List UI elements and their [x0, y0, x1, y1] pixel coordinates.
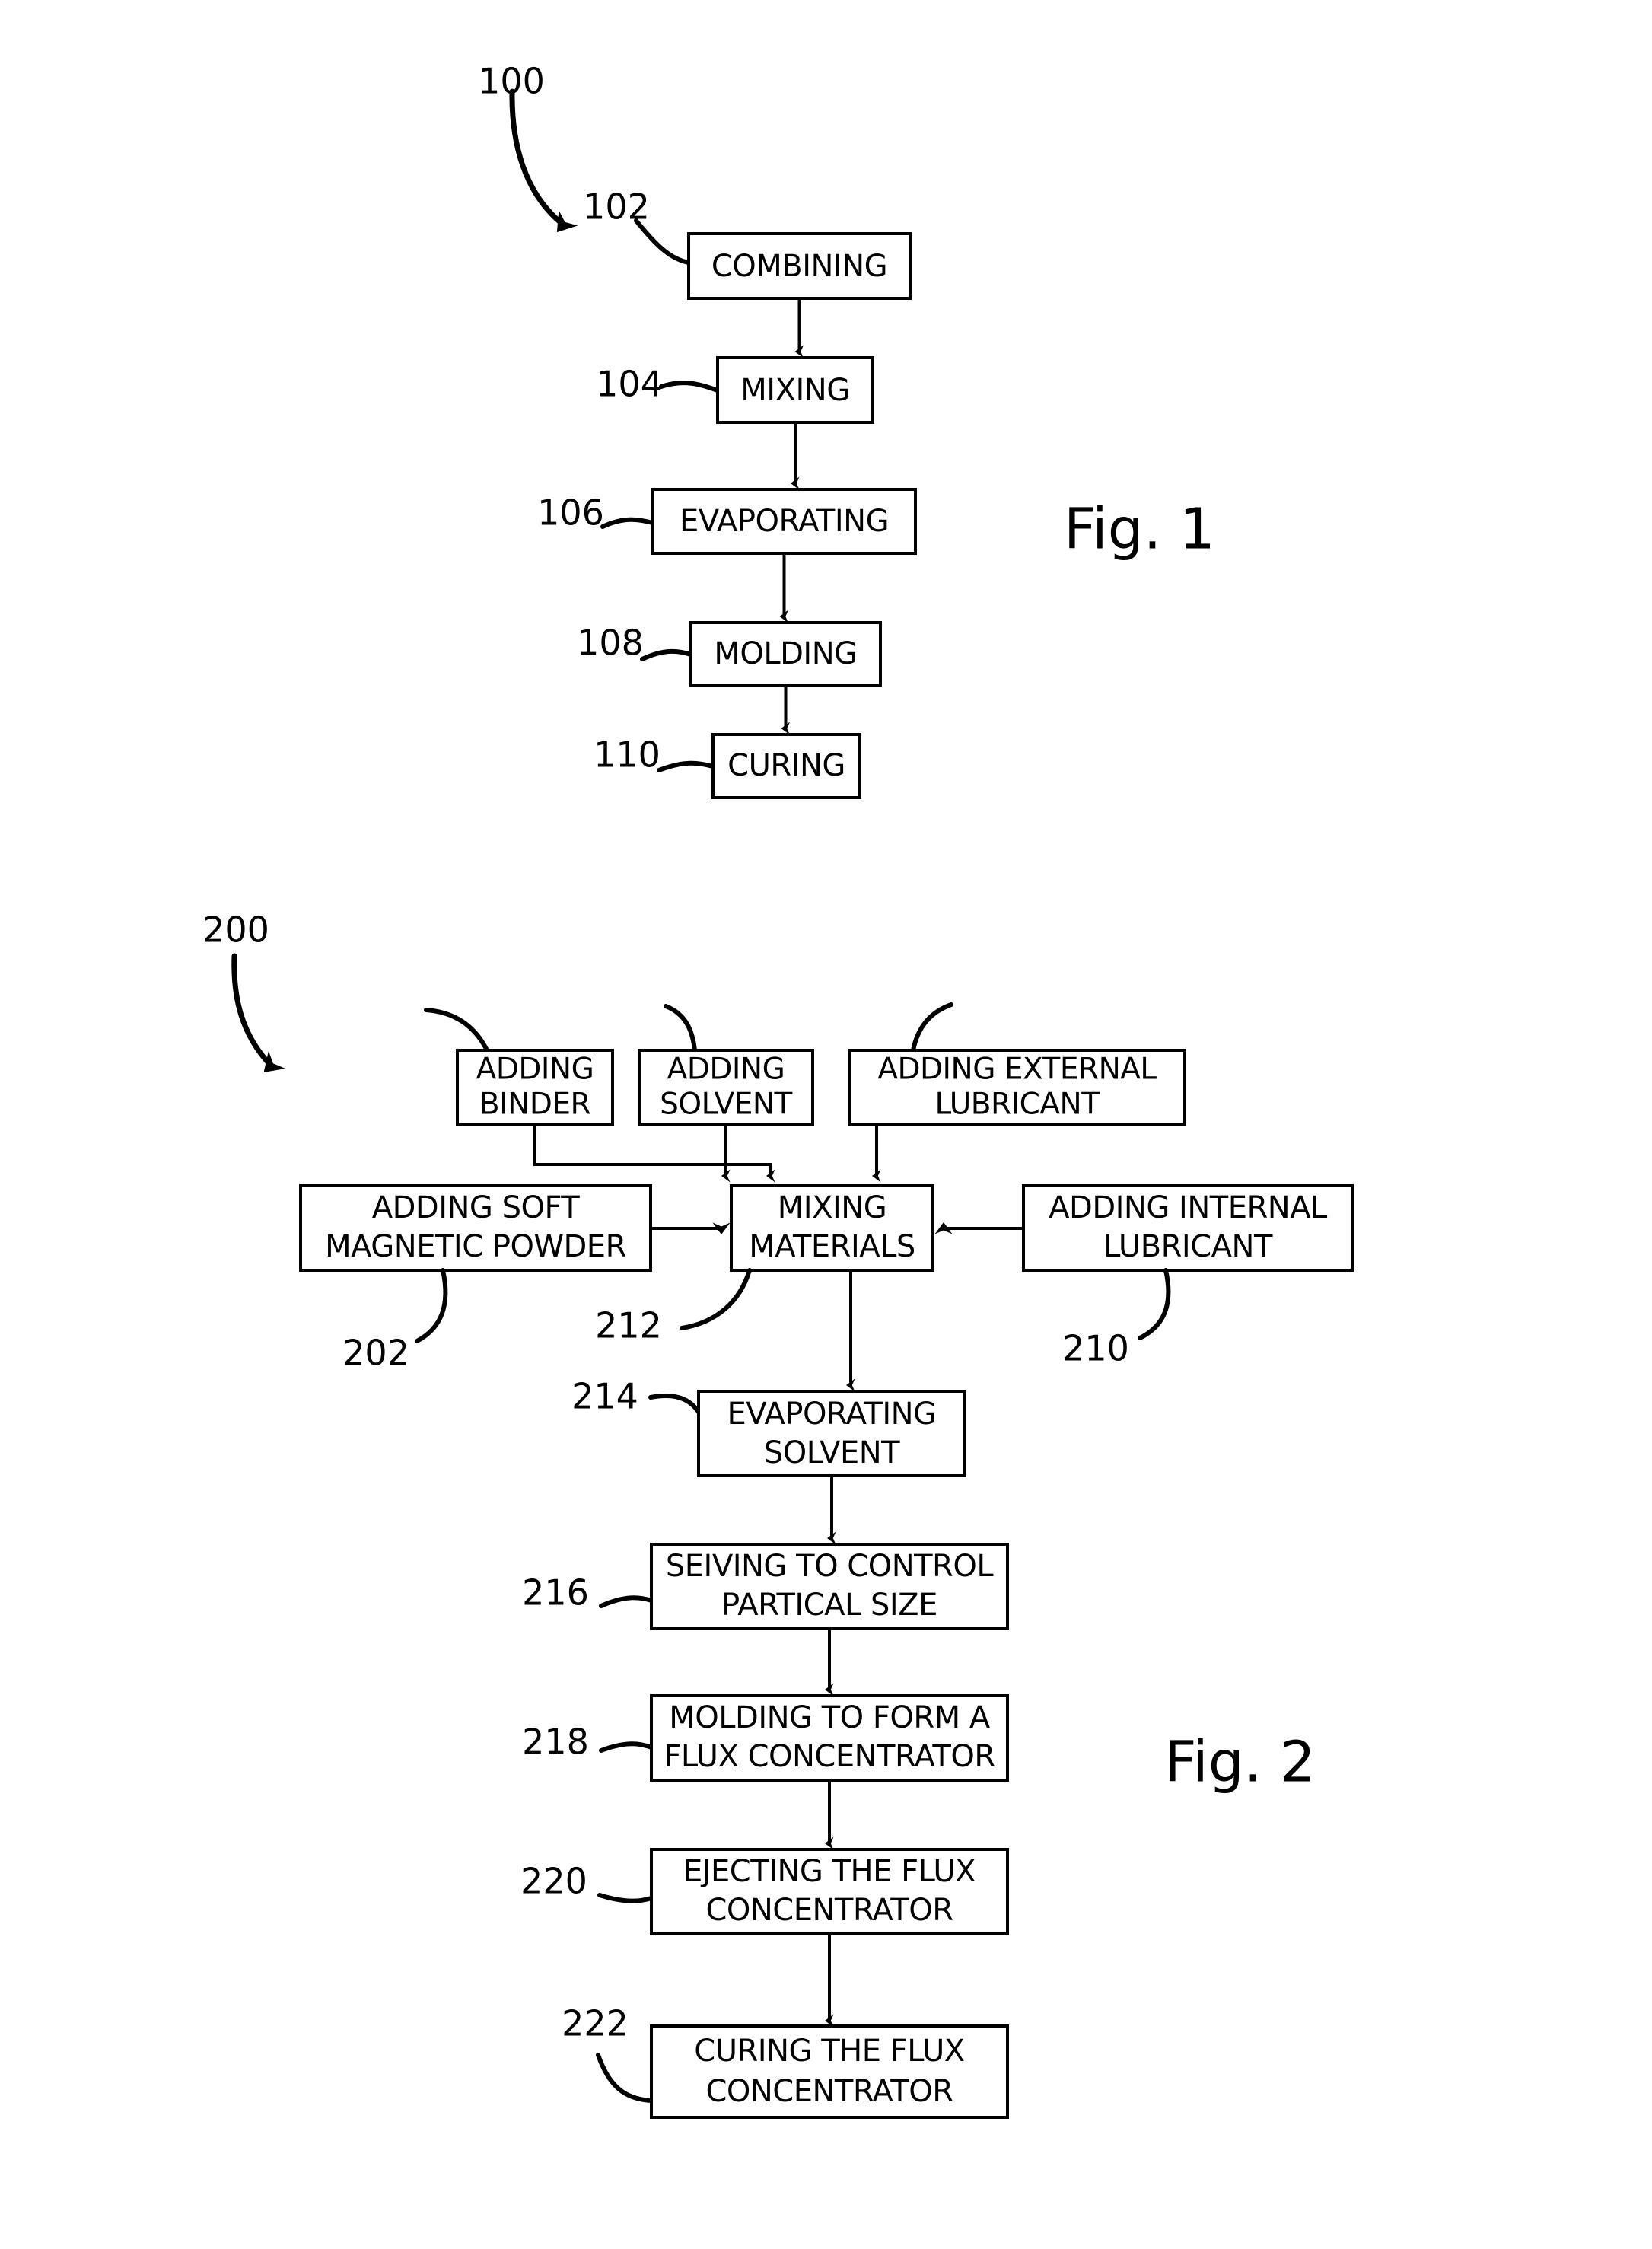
- fig1-ref-100: 100: [478, 61, 545, 102]
- fig2-input-label-line1: ADDING INTERNAL: [1049, 1190, 1328, 1225]
- fig2-lead-216: [599, 1595, 654, 1608]
- fig2-step-label-line2: CONCENTRATOR: [705, 2074, 953, 2109]
- fig1-step-evaporating: EVAPORATING: [651, 488, 917, 555]
- fig2-flow-arrow: [231, 953, 285, 1072]
- fig1-lead-110: [657, 760, 715, 772]
- fig2-step-label-line1: MIXING: [778, 1190, 886, 1225]
- fig2-input-label-line1: ADDING: [476, 1053, 594, 1087]
- fig2-input-label-line1: ADDING: [667, 1053, 785, 1087]
- patent-drawing-sheet: COMBINING MIXING EVAPORATING MOLDING CUR…: [0, 0, 1652, 2249]
- fig1-lead-108: [640, 648, 693, 661]
- fig2-input-label-line2: LUBRICANT: [1103, 1229, 1273, 1264]
- fig1-ref-106: 106: [537, 492, 604, 534]
- fig2-ref-222: 222: [562, 2003, 629, 2044]
- fig2-input-label-line1: ADDING SOFT: [372, 1190, 581, 1225]
- fig1-caption: Fig. 1: [1064, 497, 1215, 562]
- fig2-input-label-line2: BINDER: [479, 1088, 590, 1122]
- fig1-lead-104: [659, 381, 720, 393]
- fig2-lead-218: [599, 1741, 654, 1753]
- fig1-step-label: COMBINING: [711, 249, 887, 284]
- fig2-lead-210: [1138, 1268, 1171, 1340]
- fig2-step-molding: MOLDING TO FORM A FLUX CONCENTRATOR: [650, 1694, 1009, 1782]
- fig2-ref-200: 200: [202, 909, 269, 951]
- fig2-lead-212: [680, 1268, 752, 1330]
- fig2-lead-206: [664, 1004, 697, 1053]
- fig2-input-adding-solvent: ADDING SOLVENT: [638, 1049, 814, 1126]
- fig2-step-evaporating-solvent: EVAPORATING SOLVENT: [697, 1390, 966, 1477]
- fig1-ref-102: 102: [583, 186, 650, 228]
- fig1-step-label: CURING: [727, 748, 845, 783]
- figures-canvas: COMBINING MIXING EVAPORATING MOLDING CUR…: [202, 61, 1354, 2119]
- fig2-step-label-line2: FLUX CONCENTRATOR: [664, 1739, 995, 1774]
- fig2-step-mixing-materials: MIXING MATERIALS: [730, 1184, 934, 1272]
- fig1-step-molding: MOLDING: [689, 621, 882, 687]
- fig2-input-adding-soft-magnetic-powder: ADDING SOFT MAGNETIC POWDER: [299, 1184, 652, 1272]
- fig2-ref-218: 218: [522, 1722, 589, 1763]
- fig2-ref-214: 214: [571, 1376, 638, 1417]
- fig1-step-label: MOLDING: [714, 636, 857, 671]
- fig2-step-label-line2: MATERIALS: [749, 1229, 915, 1264]
- fig2-ref-210: 210: [1062, 1328, 1129, 1369]
- fig2-step-label-line2: CONCENTRATOR: [705, 1893, 953, 1928]
- fig1-step-mixing: MIXING: [716, 356, 874, 424]
- fig2-ref-216: 216: [522, 1572, 589, 1613]
- fig1-step-combining: COMBINING: [687, 232, 912, 300]
- fig2-step-label-line1: CURING THE FLUX: [694, 2034, 965, 2069]
- fig1-ref-104: 104: [596, 364, 663, 405]
- fig2-step-label-line2: SOLVENT: [764, 1435, 900, 1470]
- fig1-step-label: EVAPORATING: [680, 504, 889, 539]
- fig1-step-curing: CURING: [711, 733, 861, 799]
- fig2-ref-202: 202: [342, 1333, 409, 1374]
- fig2-lead-202: [415, 1268, 448, 1343]
- fig2-connector-binder-to-mixing: [533, 1125, 775, 1183]
- fig2-step-label-line1: EVAPORATING: [727, 1397, 936, 1432]
- fig2-ref-212: 212: [595, 1305, 662, 1346]
- fig1-ref-108: 108: [577, 623, 644, 664]
- fig2-step-label-line2: PARTICAL SIZE: [721, 1588, 937, 1623]
- fig2-input-label-line1: ADDING EXTERNAL: [877, 1053, 1157, 1087]
- fig2-lead-214: [648, 1394, 701, 1414]
- fig1-ref-110: 110: [594, 734, 660, 776]
- fig2-lead-220: [597, 1893, 654, 1903]
- fig2-lead-222: [596, 2053, 654, 2103]
- fig2-caption: Fig. 2: [1164, 1730, 1316, 1795]
- fig2-step-label-line1: EJECTING THE FLUX: [683, 1854, 976, 1889]
- fig2-step-ejecting: EJECTING THE FLUX CONCENTRATOR: [650, 1848, 1009, 1935]
- fig2-lead-204: [424, 1008, 489, 1053]
- fig2-input-label-line2: LUBRICANT: [934, 1088, 1100, 1122]
- fig1-flow-arrow: [509, 88, 578, 233]
- fig2-input-adding-external-lubricant: ADDING EXTERNAL LUBRICANT: [848, 1049, 1186, 1126]
- fig2-lead-208: [911, 1002, 953, 1053]
- fig2-step-label-line1: SEIVING TO CONTROL: [666, 1549, 994, 1584]
- fig2-input-label-line2: MAGNETIC POWDER: [325, 1229, 626, 1264]
- fig2-step-label-line1: MOLDING TO FORM A: [669, 1700, 991, 1735]
- fig1-step-label: MIXING: [740, 373, 849, 408]
- fig2-ref-220: 220: [520, 1861, 587, 1902]
- fig2-step-seiving: SEIVING TO CONTROL PARTICAL SIZE: [650, 1543, 1009, 1630]
- fig2-input-adding-binder: ADDING BINDER: [456, 1049, 614, 1126]
- fig2-step-curing: CURING THE FLUX CONCENTRATOR: [650, 2024, 1009, 2119]
- fig2-input-adding-internal-lubricant: ADDING INTERNAL LUBRICANT: [1022, 1184, 1354, 1272]
- fig1-lead-106: [600, 517, 655, 529]
- fig2-input-label-line2: SOLVENT: [660, 1088, 792, 1122]
